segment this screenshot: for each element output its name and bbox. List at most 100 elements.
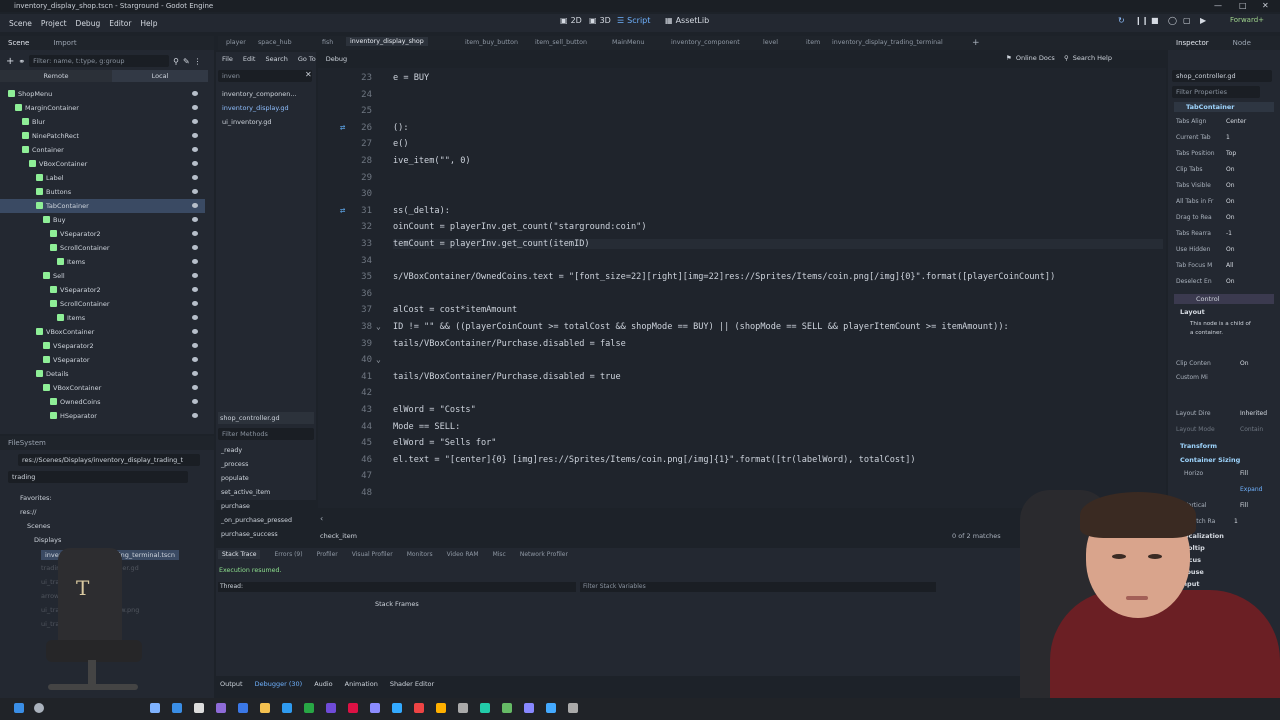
code-line[interactable]: s/VBoxContainer/OwnedCoins.text = "[font… <box>393 272 1055 282</box>
visibility-icon[interactable] <box>192 343 198 348</box>
script-menu-search[interactable]: Search <box>265 55 287 63</box>
taskbar-app-icon[interactable] <box>238 703 248 713</box>
menu-project[interactable]: Project <box>41 19 67 28</box>
scene-tree-node[interactable]: MarginContainer <box>0 101 205 115</box>
search-icon[interactable] <box>34 703 44 713</box>
fold-icon[interactable]: ⌄ <box>376 322 381 331</box>
search-icon[interactable]: ⚲ <box>173 57 179 66</box>
code-line[interactable]: Mode == SELL: <box>393 422 460 432</box>
script-menu-edit[interactable]: Edit <box>243 55 256 63</box>
thread-select[interactable]: Thread: <box>218 582 576 592</box>
property-value[interactable]: Center <box>1226 118 1246 125</box>
visibility-icon[interactable] <box>192 231 198 236</box>
method-item[interactable]: _on_purchase_pressed <box>221 517 292 524</box>
editor-tab[interactable]: MainMenu <box>612 39 644 46</box>
workspace-script[interactable]: ☰ Script <box>617 16 650 25</box>
search-help-button[interactable]: ⚲ Search Help <box>1064 54 1112 62</box>
script-icon[interactable]: ✎ <box>183 57 190 66</box>
method-item[interactable]: populate <box>221 475 249 482</box>
taskbar-app-icon[interactable] <box>392 703 402 713</box>
property-value[interactable]: 1 <box>1226 134 1230 141</box>
workspace-3d[interactable]: ▣ 3D <box>589 16 611 25</box>
scene-tree-node[interactable]: Buy <box>0 213 205 227</box>
fold-icon[interactable]: ⌄ <box>376 355 381 364</box>
layout-section[interactable]: Layout <box>1168 308 1280 316</box>
code-line[interactable]: oinCount = playerInv.get_count("stargrou… <box>393 222 647 232</box>
taskbar-app-icon[interactable] <box>502 703 512 713</box>
code-line[interactable]: e() <box>393 139 409 149</box>
editor-tab[interactable]: inventory_component <box>671 39 740 46</box>
scene-tree-node[interactable]: ScrollContainer <box>0 241 205 255</box>
taskbar-app-icon[interactable] <box>348 703 358 713</box>
bottom-tab[interactable]: Animation <box>345 680 378 688</box>
scene-tree-node[interactable]: VBoxContainer <box>0 157 205 171</box>
code-line[interactable]: elWord = "Costs" <box>393 405 476 415</box>
visibility-icon[interactable] <box>192 399 198 404</box>
code-line[interactable]: ID != "" && ((playerCoinCount >= totalCo… <box>393 322 1009 332</box>
debugger-tab[interactable]: Misc <box>493 551 506 558</box>
filesystem-item[interactable]: Scenes <box>27 522 50 530</box>
code-line[interactable]: el.text = "[center]{0} [img]res://Sprite… <box>393 455 916 465</box>
taskbar-app-icon[interactable] <box>304 703 314 713</box>
code-editor[interactable]: 23 e = BUY 24 25 26 (): 27 e() 28 ive_item("", 0)… <box>318 68 1166 508</box>
scene-tree-node[interactable]: VSeparator2 <box>0 283 205 297</box>
taskbar-app-icon[interactable] <box>260 703 270 713</box>
local-tab[interactable]: Local <box>112 70 208 82</box>
filesystem-path[interactable]: res://Scenes/Displays/inventory_display_… <box>18 454 200 466</box>
filter-stack-vars-input[interactable]: Filter Stack Variables <box>580 582 936 592</box>
visibility-icon[interactable] <box>192 245 198 250</box>
workspace-2d[interactable]: ▣ 2D <box>560 16 582 25</box>
editor-tab[interactable]: inventory_display_trading_terminal <box>832 39 943 46</box>
visibility-icon[interactable] <box>192 133 198 138</box>
pause-icon[interactable]: ❙❙ <box>1135 16 1148 25</box>
taskbar-app-icon[interactable] <box>172 703 182 713</box>
filter-methods-input[interactable]: Filter Methods <box>218 428 314 440</box>
visibility-icon[interactable] <box>192 161 198 166</box>
tab-inspector[interactable]: Inspector <box>1168 39 1217 47</box>
start-menu-icon[interactable] <box>14 703 24 713</box>
property-value[interactable]: On <box>1226 278 1235 285</box>
debugger-tab[interactable]: Profiler <box>317 551 338 558</box>
visibility-icon[interactable] <box>192 315 198 320</box>
taskbar-app-icon[interactable] <box>480 703 490 713</box>
workspace-assetlib[interactable]: ▦ AssetLib <box>665 16 709 25</box>
method-item[interactable]: set_active_item <box>221 489 270 496</box>
scene-tree-node[interactable]: Sell <box>0 269 205 283</box>
code-line[interactable]: tails/VBoxContainer/Purchase.disabled = … <box>393 339 626 349</box>
script-list-item[interactable]: inventory_componen... <box>222 90 297 98</box>
code-line[interactable]: ss(_delta): <box>393 206 450 216</box>
remote-debug-icon[interactable]: ◯ <box>1168 16 1177 25</box>
collapse-icon[interactable]: ‹ <box>320 514 323 523</box>
property-value[interactable]: On <box>1226 166 1235 173</box>
add-node-icon[interactable]: + <box>6 56 14 67</box>
code-line[interactable]: e = BUY <box>393 73 429 83</box>
transform-section[interactable]: Transform <box>1168 442 1280 450</box>
scene-tree-node[interactable]: OwnedCoins <box>0 395 205 409</box>
scene-tree-node[interactable]: VBoxContainer <box>0 325 205 339</box>
maximize-icon[interactable]: □ <box>1239 0 1247 12</box>
taskbar-app-icon[interactable] <box>194 703 204 713</box>
script-filter-input[interactable]: inven <box>218 70 312 82</box>
taskbar-app-icon[interactable] <box>150 703 160 713</box>
method-item[interactable]: purchase <box>221 503 250 510</box>
property-value[interactable]: On <box>1226 246 1235 253</box>
taskbar-app-icon[interactable] <box>282 703 292 713</box>
editor-tab[interactable]: item_buy_button <box>465 39 518 46</box>
method-item[interactable]: purchase_success <box>221 531 278 538</box>
editor-tab[interactable]: fish <box>322 39 333 46</box>
code-line[interactable]: alCost = cost*itemAmount <box>393 305 517 315</box>
visibility-icon[interactable] <box>192 259 198 264</box>
online-docs-button[interactable]: ⚑ Online Docs <box>1006 54 1055 62</box>
editor-tab[interactable]: player <box>226 39 246 46</box>
menu-debug[interactable]: Debug <box>76 19 101 28</box>
script-menu-goto[interactable]: Go To <box>298 55 316 63</box>
property-value[interactable]: All <box>1226 262 1233 269</box>
bottom-tab[interactable]: Shader Editor <box>390 680 434 688</box>
visibility-icon[interactable] <box>192 371 198 376</box>
code-line[interactable]: ive_item("", 0) <box>393 156 471 166</box>
scene-tree-node[interactable]: VSeparator2 <box>0 227 205 241</box>
scene-tree-node[interactable]: Details <box>0 367 205 381</box>
editor-tab[interactable]: item <box>806 39 820 46</box>
visibility-icon[interactable] <box>192 175 198 180</box>
debugger-tab[interactable]: Errors (9) <box>274 551 302 558</box>
